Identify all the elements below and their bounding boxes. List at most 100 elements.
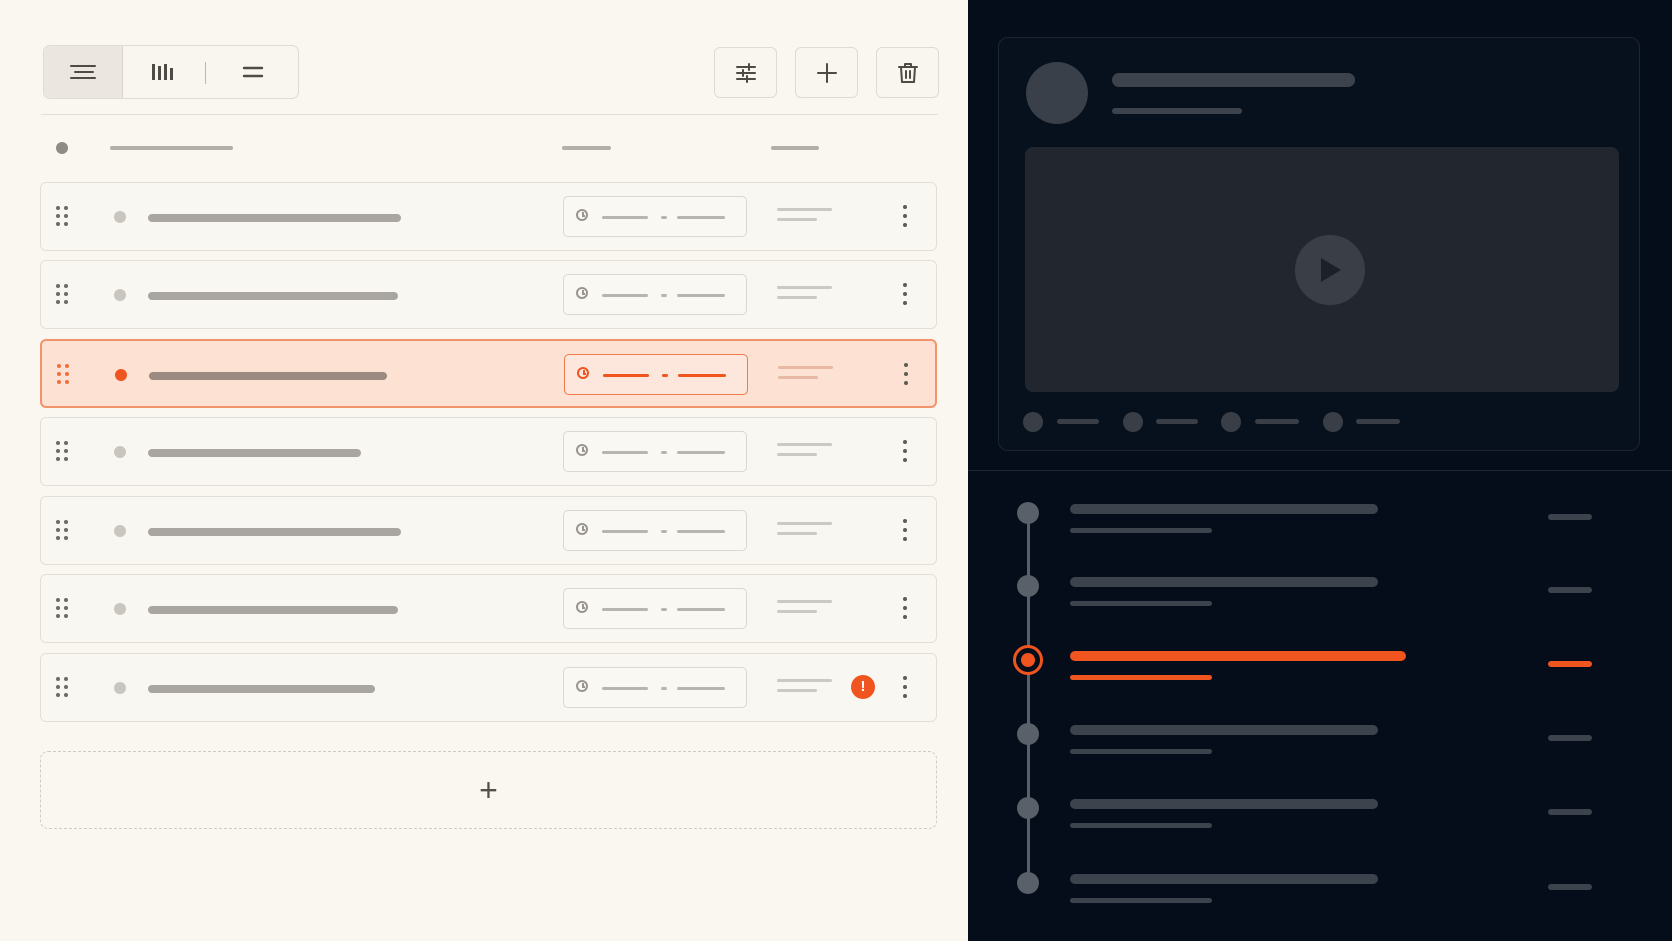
timeline-subtitle-placeholder: [1070, 601, 1212, 606]
time-separator: [661, 294, 667, 297]
timeline-title-placeholder: [1070, 504, 1378, 514]
timeline-duration-placeholder: [1548, 735, 1592, 741]
control-dot-3[interactable]: [1221, 412, 1241, 432]
table-row[interactable]: [40, 260, 937, 329]
row-meta-line-1: [777, 286, 832, 289]
more-options-icon[interactable]: [900, 205, 910, 229]
time-range-field[interactable]: [563, 588, 747, 629]
drag-handle-icon[interactable]: [56, 441, 72, 463]
control-dot-1[interactable]: [1023, 412, 1043, 432]
drag-handle-icon[interactable]: [56, 520, 72, 542]
drag-handle-icon[interactable]: [56, 206, 72, 228]
row-title-placeholder: [148, 449, 361, 457]
time-separator: [661, 216, 667, 219]
timeline-title-placeholder: [1070, 874, 1378, 884]
table-row[interactable]: [40, 496, 937, 565]
table-row[interactable]: [40, 182, 937, 251]
time-range-field[interactable]: [564, 354, 748, 395]
header-select-dot[interactable]: [56, 142, 68, 154]
preview-title-placeholder: [1112, 73, 1355, 87]
status-dot: [114, 446, 126, 458]
video-player[interactable]: [1025, 147, 1619, 392]
timeline-node[interactable]: [1017, 797, 1039, 819]
timeline-node[interactable]: [1017, 723, 1039, 745]
status-dot: [114, 289, 126, 301]
time-start-placeholder: [602, 216, 648, 219]
filter-sliders-icon: [735, 62, 756, 83]
drag-handle-icon[interactable]: [56, 598, 72, 620]
timeline-node[interactable]: [1017, 872, 1039, 894]
time-end-placeholder: [677, 216, 725, 219]
add-row-button[interactable]: +: [40, 751, 937, 829]
timeline-subtitle-placeholder: [1070, 528, 1212, 533]
list-view-button[interactable]: [44, 46, 123, 98]
timeline-title-placeholder: [1070, 651, 1406, 661]
row-meta-line-2: [777, 453, 817, 456]
row-meta-line-2: [777, 689, 817, 692]
table-row[interactable]: [40, 417, 937, 486]
clock-icon: [576, 287, 588, 299]
control-dot-4[interactable]: [1323, 412, 1343, 432]
more-options-icon[interactable]: [901, 363, 911, 387]
more-options-icon[interactable]: [900, 519, 910, 543]
time-range-field[interactable]: [563, 667, 747, 708]
timeline-title-placeholder: [1070, 725, 1378, 735]
timeline-duration-placeholder: [1548, 661, 1592, 667]
toolbar-divider: [41, 114, 938, 115]
time-range-field[interactable]: [563, 196, 747, 237]
panel-divider: [968, 470, 1672, 471]
time-start-placeholder: [602, 294, 648, 297]
board-view-button[interactable]: [124, 46, 202, 98]
add-button[interactable]: [795, 47, 858, 98]
row-meta-line-2: [778, 376, 818, 379]
row-title-placeholder: [148, 528, 401, 536]
more-options-icon[interactable]: [900, 283, 910, 307]
drag-handle-icon[interactable]: [57, 364, 73, 386]
delete-button[interactable]: [876, 47, 939, 98]
time-separator: [661, 608, 667, 611]
row-meta-line-1: [777, 522, 832, 525]
drag-handle-icon[interactable]: [56, 284, 72, 306]
time-end-placeholder: [677, 451, 725, 454]
more-options-icon[interactable]: [900, 597, 910, 621]
timeline-title-placeholder: [1070, 799, 1378, 809]
clock-icon: [576, 680, 588, 692]
row-meta-line-2: [777, 296, 817, 299]
time-range-field[interactable]: [563, 274, 747, 315]
timeline-subtitle-placeholder: [1070, 749, 1212, 754]
status-dot: [114, 525, 126, 537]
warning-icon[interactable]: !: [851, 675, 875, 699]
compact-view-button[interactable]: [208, 46, 298, 98]
time-range-field[interactable]: [563, 431, 747, 472]
time-end-placeholder: [677, 687, 725, 690]
table-row[interactable]: [40, 574, 937, 643]
preview-panel: [968, 0, 1672, 941]
row-meta-line-1: [777, 600, 832, 603]
status-dot: [114, 211, 126, 223]
timeline-node[interactable]: [1017, 575, 1039, 597]
table-row[interactable]: !: [40, 653, 937, 722]
time-separator: [661, 687, 667, 690]
preview-card: [998, 37, 1640, 451]
status-dot: [114, 603, 126, 615]
timeline-duration-placeholder: [1548, 587, 1592, 593]
filter-button[interactable]: [714, 47, 777, 98]
timeline-node[interactable]: [1017, 502, 1039, 524]
drag-handle-icon[interactable]: [56, 677, 72, 699]
clock-icon: [576, 444, 588, 456]
more-options-icon[interactable]: [900, 676, 910, 700]
time-range-field[interactable]: [563, 510, 747, 551]
control-label-1: [1057, 419, 1099, 424]
more-options-icon[interactable]: [900, 440, 910, 464]
timeline-subtitle-placeholder: [1070, 898, 1212, 903]
status-dot: [114, 682, 126, 694]
row-title-placeholder: [148, 292, 398, 300]
play-button[interactable]: [1295, 235, 1365, 305]
timeline-node-active[interactable]: [1013, 645, 1043, 675]
time-start-placeholder: [602, 687, 648, 690]
control-dot-2[interactable]: [1123, 412, 1143, 432]
view-mode-switcher: [43, 45, 299, 99]
table-row-selected[interactable]: [40, 339, 937, 408]
segment-divider: [205, 62, 206, 84]
row-meta-line-2: [777, 610, 817, 613]
